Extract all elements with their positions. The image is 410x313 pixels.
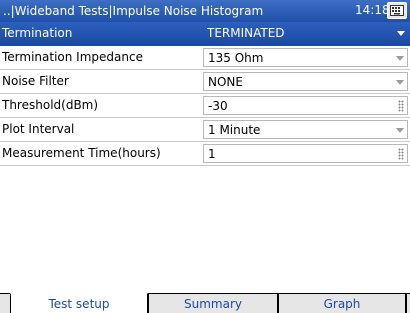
- clock: 14:18: [355, 3, 390, 17]
- numeric-keypad-icon[interactable]: [398, 148, 404, 160]
- tab-summary-label: Summary: [184, 297, 242, 311]
- row-termination-impedance[interactable]: Termination Impedance 135 Ohm: [0, 46, 410, 70]
- plot-interval-dropdown[interactable]: 1 Minute: [203, 120, 408, 139]
- termination-value: TERMINATED: [207, 26, 285, 40]
- tab-graph-label: Graph: [323, 297, 361, 311]
- noise-filter-dropdown[interactable]: NONE: [203, 72, 408, 91]
- measurement-time-label: Measurement Time(hours): [2, 146, 161, 160]
- tab-bar: Test setup Summary Graph: [0, 293, 410, 313]
- plot-interval-label: Plot Interval: [2, 122, 75, 136]
- termination-label: Termination: [2, 26, 73, 40]
- title-bar: ..|Wideband Tests|Impulse Noise Histogra…: [0, 0, 410, 22]
- noise-filter-value: NONE: [208, 75, 243, 89]
- row-measurement-time[interactable]: Measurement Time(hours) 1: [0, 142, 410, 166]
- measurement-time-input[interactable]: 1: [203, 144, 408, 163]
- chevron-down-icon[interactable]: [396, 80, 404, 85]
- chevron-down-icon[interactable]: [397, 31, 405, 36]
- row-plot-interval[interactable]: Plot Interval 1 Minute: [0, 118, 410, 142]
- termination-impedance-label: Termination Impedance: [2, 50, 143, 64]
- plot-interval-value: 1 Minute: [208, 123, 261, 137]
- tab-summary[interactable]: Summary: [148, 293, 278, 313]
- tab-test-setup-label: Test setup: [48, 297, 110, 311]
- noise-filter-label: Noise Filter: [2, 74, 69, 88]
- tab-test-setup[interactable]: Test setup: [10, 293, 148, 313]
- keyboard-icon[interactable]: [387, 2, 407, 19]
- chevron-down-icon[interactable]: [396, 128, 404, 133]
- measurement-time-value: 1: [208, 147, 216, 161]
- numeric-keypad-icon[interactable]: [398, 100, 404, 112]
- termination-impedance-dropdown[interactable]: 135 Ohm: [203, 48, 408, 67]
- threshold-input[interactable]: -30: [203, 96, 408, 115]
- row-termination[interactable]: Termination TERMINATED: [0, 22, 410, 46]
- threshold-value: -30: [208, 99, 228, 113]
- chevron-down-icon[interactable]: [396, 56, 404, 61]
- window-title: ..|Wideband Tests|Impulse Noise Histogra…: [3, 4, 264, 18]
- termination-dropdown[interactable]: TERMINATED: [203, 24, 408, 43]
- row-noise-filter[interactable]: Noise Filter NONE: [0, 70, 410, 94]
- settings-list: Termination TERMINATED Termination Imped…: [0, 22, 410, 166]
- tab-right-stub: [406, 293, 410, 313]
- tab-graph[interactable]: Graph: [278, 293, 406, 313]
- threshold-label: Threshold(dBm): [2, 98, 99, 112]
- termination-impedance-value: 135 Ohm: [208, 51, 264, 65]
- row-threshold[interactable]: Threshold(dBm) -30: [0, 94, 410, 118]
